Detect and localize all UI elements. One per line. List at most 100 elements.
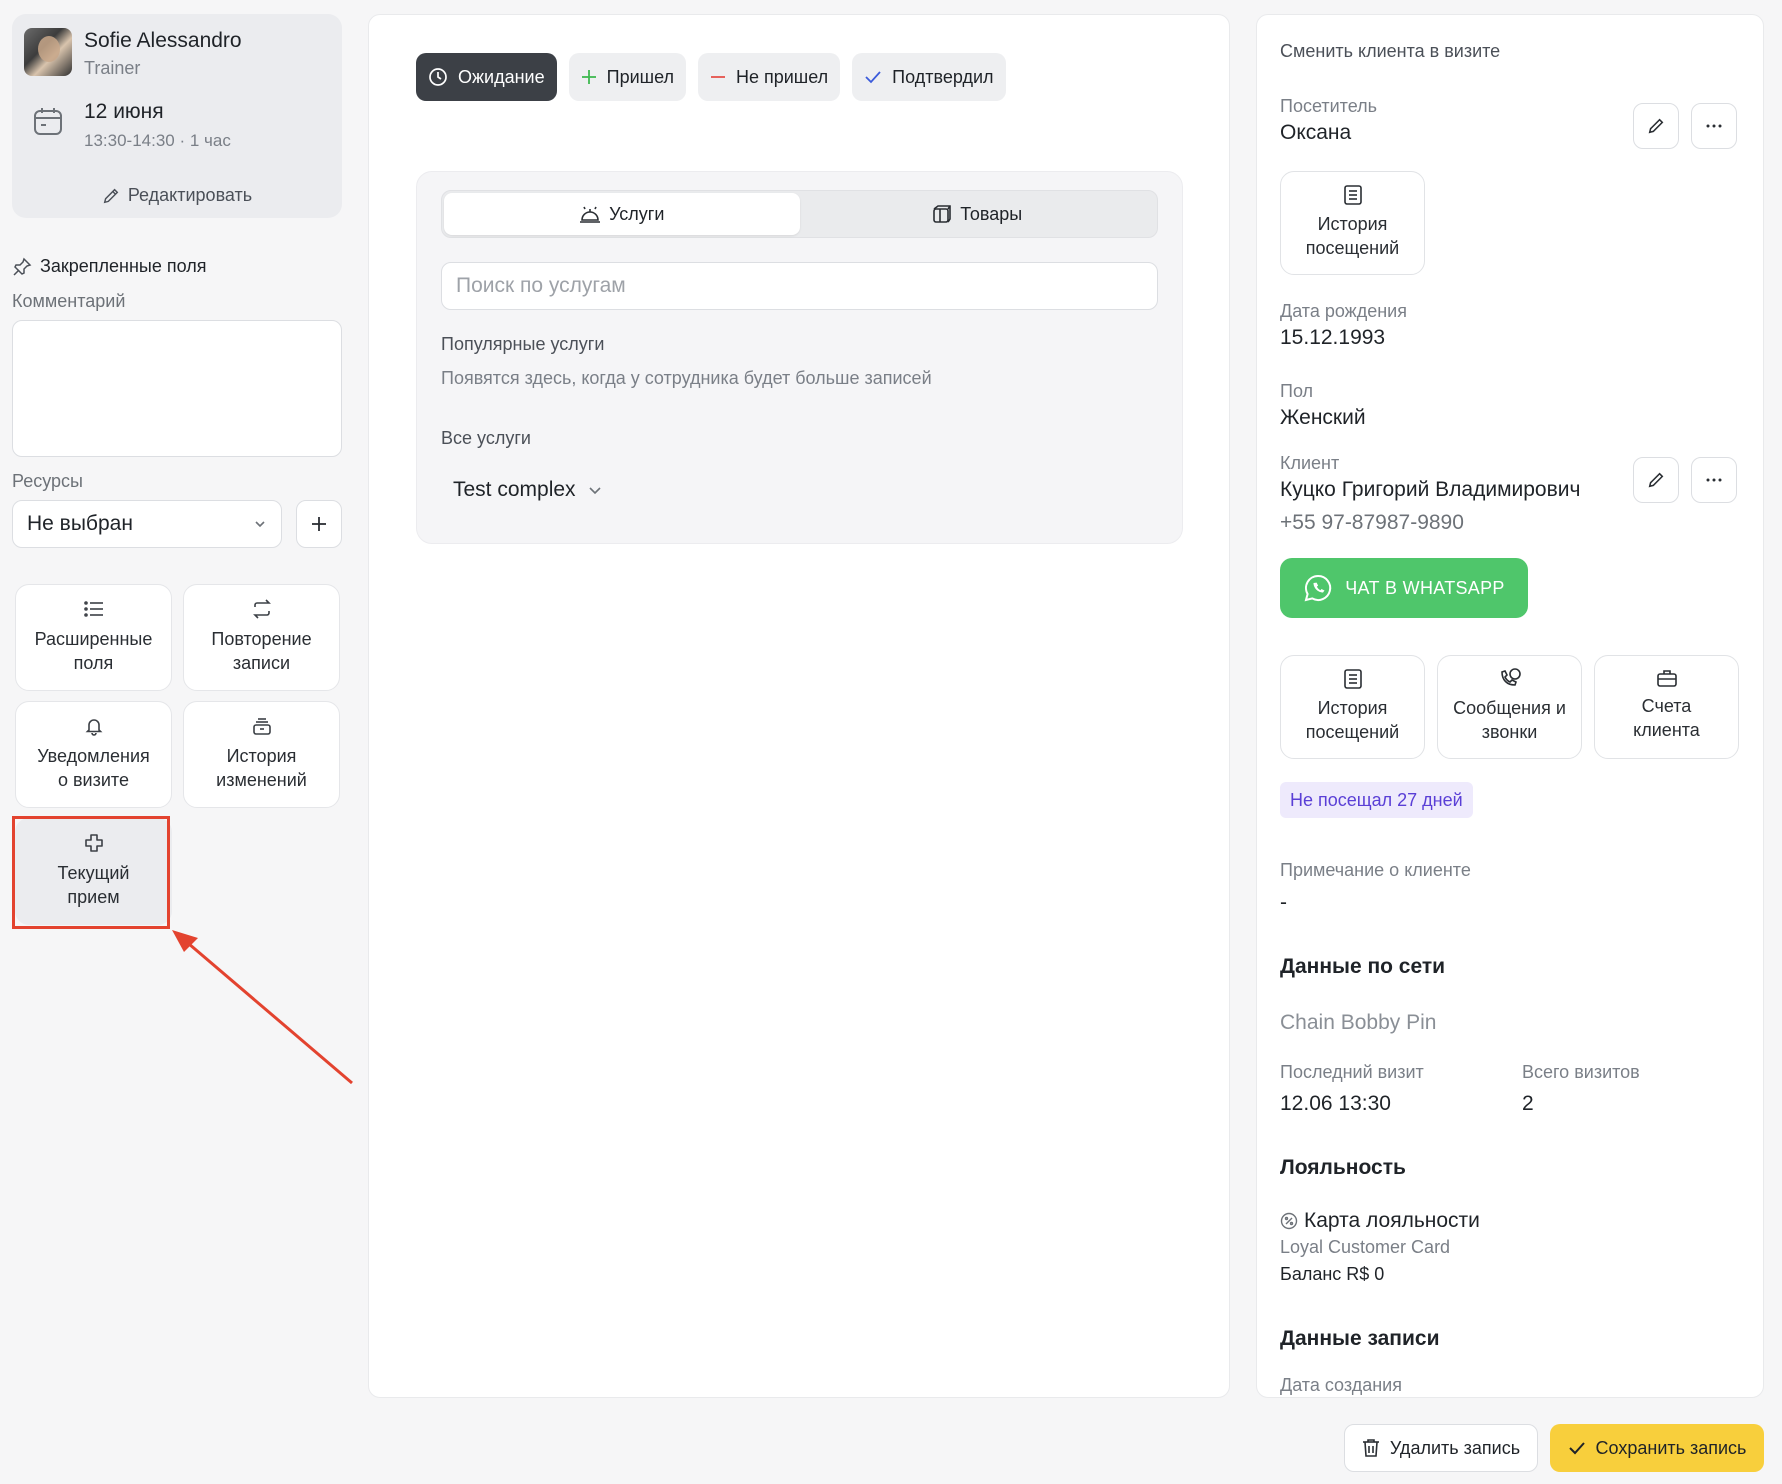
total-visits-value: 2 — [1522, 1092, 1534, 1115]
loyalty-title: Лояльность — [1280, 1156, 1406, 1179]
history-stack-icon — [252, 716, 272, 736]
gender-value: Женский — [1280, 406, 1366, 429]
tab-goods[interactable]: Товары — [800, 193, 1156, 235]
clock-icon — [428, 67, 448, 87]
box-icon — [932, 204, 952, 224]
status-label: Ожидание — [458, 66, 545, 87]
last-visit-label: Последний визит — [1280, 1062, 1424, 1082]
staff-card: Sofie Alessandro Trainer 12 июня 13:30-1… — [12, 14, 342, 218]
save-record-button[interactable]: Сохранить запись — [1550, 1424, 1764, 1472]
loyalty-card-name: Loyal Customer Card — [1280, 1237, 1451, 1257]
loyalty-card-row: Карта лояльности — [1280, 1209, 1480, 1233]
resources-select[interactable]: Не выбран — [12, 500, 282, 548]
services-panel: Услуги Товары Поиск по услугам Популярны… — [416, 171, 1183, 544]
popular-services-hint: Появятся здесь, когда у сотрудника будет… — [441, 368, 932, 388]
pinned-fields-label: Закрепленные поля — [40, 256, 207, 276]
loyalty-balance: Баланс R$ 0 — [1280, 1264, 1385, 1284]
status-confirmed-button[interactable]: Подтвердил — [852, 53, 1006, 101]
status-label: Пришел — [606, 66, 674, 87]
plus-icon — [310, 515, 328, 533]
tile-label: Счета клиента — [1633, 696, 1700, 740]
client-name: Куцко Григорий Владимирович — [1280, 478, 1581, 501]
briefcase-icon — [1656, 668, 1678, 688]
comment-textarea[interactable] — [12, 320, 342, 457]
more-icon — [1705, 477, 1723, 483]
network-data-title: Данные по сети — [1280, 955, 1446, 978]
resources-value: Не выбран — [27, 512, 133, 535]
birth-date-value: 15.12.1993 — [1280, 326, 1386, 349]
tile-label: История посещений — [1305, 214, 1400, 258]
visitor-visit-history-tile[interactable]: История посещений — [1280, 171, 1425, 275]
repeat-record-tile[interactable]: Повторение записи — [183, 584, 340, 691]
document-list-icon — [1342, 668, 1364, 690]
whatsapp-chat-button[interactable]: ЧАТ В WHATSAPP — [1280, 558, 1528, 618]
document-list-icon — [1342, 184, 1364, 206]
visitor-label: Посетитель — [1280, 96, 1377, 116]
visitor-name: Оксана — [1280, 121, 1352, 144]
services-tabs: Услуги Товары — [441, 190, 1158, 238]
delete-label: Удалить запись — [1389, 1437, 1521, 1458]
status-arrived-button[interactable]: Пришел — [568, 53, 686, 101]
plus-icon — [581, 69, 597, 85]
bell-icon — [84, 716, 104, 736]
list-icon — [83, 599, 105, 619]
left-sidebar: Sofie Alessandro Trainer 12 июня 13:30-1… — [12, 14, 342, 925]
chevron-down-icon — [588, 483, 602, 497]
birth-date-label: Дата рождения — [1280, 301, 1407, 321]
client-note-label: Примечание о клиенте — [1280, 860, 1471, 880]
gender-label: Пол — [1280, 381, 1314, 401]
change-history-tile[interactable]: История изменений — [183, 701, 340, 808]
edit-visitor-button[interactable] — [1633, 103, 1679, 149]
popular-services-label: Популярные услуги — [441, 334, 605, 354]
visit-date: 12 июня — [84, 100, 164, 123]
service-search-input[interactable]: Поиск по услугам — [441, 262, 1158, 310]
extended-fields-tile[interactable]: Расширенные поля — [15, 584, 172, 691]
client-phone[interactable]: +55 97-87987-9890 — [1280, 511, 1464, 535]
services-column: Ожидание Пришел Не пришел Подтвердил Усл… — [368, 14, 1230, 1398]
messages-calls-tile[interactable]: Сообщения и звонки — [1437, 655, 1582, 759]
avatar — [24, 28, 72, 76]
not-visited-badge: Не посещал 27 дней — [1280, 782, 1473, 818]
created-date-label: Дата создания — [1280, 1375, 1402, 1395]
arrow-annotation — [172, 930, 353, 1085]
more-icon — [1705, 123, 1723, 129]
category-label: Test complex — [453, 478, 576, 501]
tile-label: Уведомления о визите — [37, 746, 150, 790]
client-label: Клиент — [1280, 453, 1340, 473]
pinned-fields-title: Закрепленные поля — [12, 256, 342, 277]
repeat-icon — [251, 599, 273, 619]
tile-label: Сообщения и звонки — [1453, 698, 1566, 742]
save-label: Сохранить запись — [1595, 1437, 1747, 1458]
visit-notifications-tile[interactable]: Уведомления о визите — [15, 701, 172, 808]
comment-label: Комментарий — [12, 291, 126, 311]
loyalty-card-label: Карта лояльности — [1304, 1209, 1480, 1232]
client-visit-history-tile[interactable]: История посещений — [1280, 655, 1425, 759]
search-placeholder: Поиск по услугам — [456, 274, 626, 297]
service-category-toggle[interactable]: Test complex — [453, 478, 602, 502]
status-label: Подтвердил — [892, 66, 994, 87]
client-more-button[interactable] — [1691, 457, 1737, 503]
tab-label: Товары — [960, 203, 1023, 224]
phone-chat-icon — [1498, 668, 1522, 690]
status-no-show-button[interactable]: Не пришел — [697, 53, 841, 101]
visitor-more-button[interactable] — [1691, 103, 1737, 149]
delete-record-button[interactable]: Удалить запись — [1344, 1424, 1538, 1472]
service-bell-icon — [579, 204, 601, 224]
edit-client-button[interactable] — [1633, 457, 1679, 503]
edit-label: Редактировать — [127, 185, 253, 205]
tile-label: Повторение записи — [211, 629, 312, 673]
edit-button[interactable]: Редактировать — [12, 185, 342, 206]
whatsapp-label: ЧАТ В WHATSAPP — [1345, 577, 1505, 598]
client-accounts-tile[interactable]: Счета клиента — [1594, 655, 1739, 759]
whatsapp-icon — [1303, 573, 1333, 603]
client-note-value: - — [1280, 891, 1287, 914]
resources-label: Ресурсы — [12, 471, 83, 491]
visit-time: 13:30-14:30 · 1 час — [84, 131, 231, 150]
status-waiting-button[interactable]: Ожидание — [416, 53, 557, 101]
add-resource-button[interactable] — [296, 500, 342, 548]
all-services-label: Все услуги — [441, 428, 531, 448]
tab-services[interactable]: Услуги — [444, 193, 800, 235]
change-client-link[interactable]: Сменить клиента в визите — [1280, 41, 1500, 62]
tile-label: История изменений — [216, 746, 307, 790]
pencil-icon — [102, 187, 120, 205]
